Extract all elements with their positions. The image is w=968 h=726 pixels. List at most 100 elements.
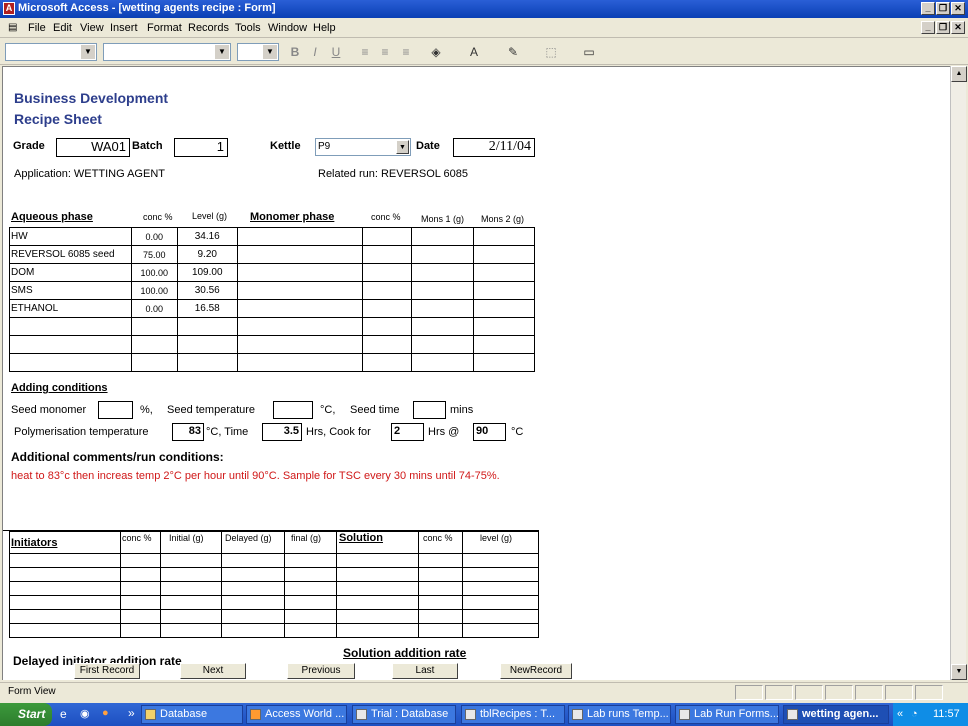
initiator-name-cell[interactable] — [9, 623, 121, 638]
border-width-icon[interactable]: ⬚ — [543, 44, 559, 60]
initiator-final-cell[interactable] — [284, 553, 338, 568]
aqueous-level-cell[interactable] — [176, 353, 238, 372]
initiator-delayed-cell[interactable] — [220, 581, 286, 596]
menu-records[interactable]: Records — [188, 22, 229, 34]
time-field[interactable]: 3.5 — [262, 423, 302, 441]
solution-name-cell[interactable] — [336, 567, 420, 582]
aqueous-level-cell[interactable]: 9.20 — [176, 245, 238, 264]
special-effect-icon[interactable]: ▭ — [581, 44, 597, 60]
monomer-conc-cell[interactable] — [362, 227, 413, 246]
new-record-button[interactable]: NewRecord — [500, 663, 572, 679]
scroll-up-icon[interactable]: ▲ — [951, 66, 967, 82]
align-center-icon[interactable]: ≡ — [377, 44, 393, 60]
initiator-name-cell[interactable] — [9, 567, 121, 582]
aqueous-name-cell[interactable] — [9, 317, 132, 336]
monomer-mons1-cell[interactable] — [411, 299, 475, 318]
initiator-delayed-cell[interactable] — [220, 609, 286, 624]
monomer-mons2-cell[interactable] — [473, 353, 535, 372]
font-color-icon[interactable]: A — [466, 44, 482, 60]
initiator-final-cell[interactable] — [284, 595, 338, 610]
menu-edit[interactable]: Edit — [53, 22, 72, 34]
solution-conc-cell[interactable] — [418, 581, 464, 596]
outlook-icon[interactable]: ◉ — [80, 707, 90, 720]
initiator-initial-cell[interactable] — [159, 609, 222, 624]
initiator-conc-cell[interactable] — [119, 623, 161, 638]
aqueous-conc-cell[interactable] — [130, 317, 178, 336]
object-combo[interactable]: ▼ — [5, 43, 97, 61]
seed-monomer-field[interactable] — [98, 401, 133, 419]
aqueous-name-cell[interactable]: REVERSOL 6085 seed — [9, 245, 132, 264]
monomer-name-cell[interactable] — [236, 281, 364, 300]
chevron-left-icon[interactable]: « — [897, 703, 903, 726]
initiator-final-cell[interactable] — [284, 609, 338, 624]
aqueous-conc-cell[interactable]: 100.00 — [130, 281, 178, 300]
doc-close-button[interactable]: ✕ — [951, 21, 965, 34]
bold-icon[interactable]: B — [287, 44, 303, 60]
monomer-mons2-cell[interactable] — [473, 335, 535, 354]
monomer-name-cell[interactable] — [236, 245, 364, 264]
solution-name-cell[interactable] — [336, 595, 420, 610]
close-button[interactable]: ✕ — [951, 2, 965, 15]
monomer-mons1-cell[interactable] — [411, 335, 475, 354]
previous-button[interactable]: Previous — [287, 663, 355, 679]
monomer-mons2-cell[interactable] — [473, 281, 535, 300]
aqueous-level-cell[interactable]: 109.00 — [176, 263, 238, 282]
aqueous-conc-cell[interactable] — [130, 335, 178, 354]
menu-tools[interactable]: Tools — [235, 22, 261, 34]
monomer-name-cell[interactable] — [236, 299, 364, 318]
task-database[interactable]: Database — [141, 705, 243, 724]
aqueous-name-cell[interactable]: ETHANOL — [9, 299, 132, 318]
aqueous-conc-cell[interactable]: 0.00 — [130, 299, 178, 318]
seed-time-field[interactable] — [413, 401, 446, 419]
initiator-final-cell[interactable] — [284, 623, 338, 638]
solution-level-cell[interactable] — [462, 567, 539, 582]
initiator-conc-cell[interactable] — [119, 567, 161, 582]
chevron-down-icon[interactable]: ▼ — [396, 140, 409, 154]
menu-view[interactable]: View — [80, 22, 104, 34]
aqueous-name-cell[interactable]: SMS — [9, 281, 132, 300]
ie-icon[interactable]: e — [60, 707, 67, 721]
menu-window[interactable]: Window — [268, 22, 307, 34]
initiator-conc-cell[interactable] — [119, 609, 161, 624]
align-right-icon[interactable]: ≡ — [398, 44, 414, 60]
underline-icon[interactable]: U — [328, 44, 344, 60]
task-tblrecipes[interactable]: tblRecipes : T... — [461, 705, 565, 724]
monomer-conc-cell[interactable] — [362, 299, 413, 318]
final-temperature-field[interactable]: 90 — [473, 423, 506, 441]
initiator-conc-cell[interactable] — [119, 595, 161, 610]
grade-field[interactable]: WA01 — [56, 138, 130, 157]
seed-temperature-field[interactable] — [273, 401, 313, 419]
aqueous-name-cell[interactable] — [9, 335, 132, 354]
aqueous-level-cell[interactable] — [176, 317, 238, 336]
initiator-initial-cell[interactable] — [159, 595, 222, 610]
monomer-mons2-cell[interactable] — [473, 263, 535, 282]
monomer-mons2-cell[interactable] — [473, 317, 535, 336]
aqueous-level-cell[interactable]: 30.56 — [176, 281, 238, 300]
cook-for-field[interactable]: 2 — [391, 423, 424, 441]
initiator-conc-cell[interactable] — [119, 553, 161, 568]
menu-insert[interactable]: Insert — [110, 22, 138, 34]
solution-conc-cell[interactable] — [418, 567, 464, 582]
next-button[interactable]: Next — [180, 663, 246, 679]
initiator-name-cell[interactable] — [9, 581, 121, 596]
solution-conc-cell[interactable] — [418, 553, 464, 568]
task-wetting-agents[interactable]: wetting agen... — [783, 705, 889, 724]
menu-file[interactable]: File — [28, 22, 46, 34]
aqueous-conc-cell[interactable]: 100.00 — [130, 263, 178, 282]
initiator-initial-cell[interactable] — [159, 581, 222, 596]
last-button[interactable]: Last — [392, 663, 458, 679]
monomer-conc-cell[interactable] — [362, 245, 413, 264]
solution-conc-cell[interactable] — [418, 595, 464, 610]
vertical-scrollbar[interactable]: ▲ ▼ — [950, 66, 967, 680]
aqueous-level-cell[interactable] — [176, 335, 238, 354]
monomer-mons2-cell[interactable] — [473, 227, 535, 246]
task-trial-database[interactable]: Trial : Database — [352, 705, 456, 724]
monomer-name-cell[interactable] — [236, 335, 364, 354]
task-lab-runs-temp[interactable]: Lab runs Temp... — [568, 705, 671, 724]
font-size-combo[interactable]: ▼ — [237, 43, 279, 61]
initiator-conc-cell[interactable] — [119, 581, 161, 596]
initiator-delayed-cell[interactable] — [220, 623, 286, 638]
solution-name-cell[interactable] — [336, 623, 420, 638]
start-button[interactable]: Start — [0, 703, 52, 726]
monomer-conc-cell[interactable] — [362, 281, 413, 300]
